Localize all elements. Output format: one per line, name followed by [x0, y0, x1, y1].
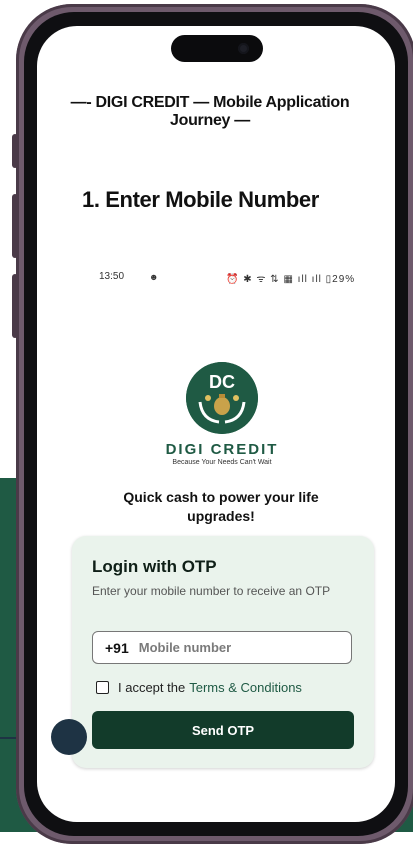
status-icons: ⏰ ✱ ᯤ ⇅ ▦ ıll ıll ▯29%: [226, 274, 356, 285]
hero-line-1: Quick cash to power your life: [123, 489, 319, 505]
login-subtitle: Enter your mobile number to receive an O…: [92, 584, 331, 598]
terms-checkbox[interactable]: [96, 681, 109, 694]
phone-side-button: [12, 274, 18, 338]
dynamic-island: [171, 35, 263, 62]
digi-credit-logo: DC: [186, 362, 258, 434]
send-otp-button[interactable]: Send OTP: [92, 711, 354, 749]
callout-dot: [51, 719, 87, 755]
journey-title: —- DIGI CREDIT — Mobile Application Jour…: [70, 94, 350, 129]
hero-line-2: upgrades!: [187, 508, 255, 524]
camera-icon: [238, 43, 249, 54]
mobile-number-input[interactable]: [138, 640, 319, 655]
brand-tagline: Because Your Needs Can't Wait: [172, 459, 272, 466]
step-title: 1. Enter Mobile Number: [82, 187, 319, 212]
logo-mark-icon: DC: [186, 362, 258, 434]
login-title: Login with OTP: [92, 557, 217, 576]
phone-side-button: [12, 134, 18, 168]
brand-name: DIGI CREDIT: [165, 441, 279, 458]
notification-icon: ☻: [149, 272, 159, 282]
status-time: 13:50: [99, 271, 125, 282]
logo-initials: DC: [209, 372, 235, 392]
terms-row: I accept the Terms & Conditions: [96, 680, 302, 695]
terms-link[interactable]: Terms & Conditions: [189, 680, 302, 695]
country-code: +91: [105, 639, 129, 656]
phone-side-button: [12, 194, 18, 258]
mobile-number-field[interactable]: +91: [92, 631, 352, 664]
hero-text: Quick cash to power your life upgrades!: [90, 488, 352, 526]
terms-label: I accept the: [118, 680, 186, 695]
